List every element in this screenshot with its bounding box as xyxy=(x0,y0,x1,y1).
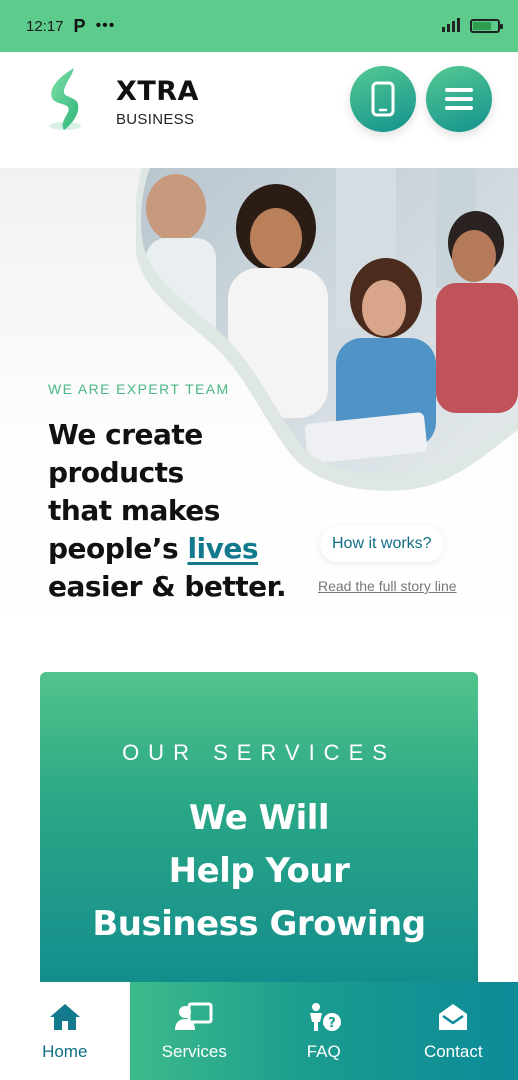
read-story-link[interactable]: Read the full story line xyxy=(318,578,457,594)
services-title-line: Help Your xyxy=(168,851,350,891)
menu-button[interactable] xyxy=(426,66,492,132)
services-title-line: We Will xyxy=(188,798,330,838)
app-header: XTRA BUSINESS xyxy=(0,52,518,168)
hero-headline: We create products that makes people’s l… xyxy=(48,416,308,606)
nav-services[interactable]: Services xyxy=(130,982,260,1080)
nav-label: Home xyxy=(42,1042,88,1061)
status-bar: 12:17 P ••• xyxy=(0,0,518,52)
headline-text: people’s xyxy=(48,532,188,565)
hero-eyebrow: WE ARE EXPERT TEAM xyxy=(48,381,230,397)
hero-section: WE ARE EXPERT TEAM We create products th… xyxy=(0,168,518,648)
brand-subtitle: BUSINESS xyxy=(116,111,195,128)
headline-line: We create xyxy=(48,418,203,451)
phone-icon xyxy=(371,81,395,117)
brand: XTRA BUSINESS xyxy=(116,76,199,128)
phone-button[interactable] xyxy=(350,66,416,132)
nav-label: Contact xyxy=(423,1042,483,1061)
headline-line: easier & better. xyxy=(48,570,287,603)
headline-line: that makes xyxy=(48,494,220,527)
services-title: We Will Help Your Business Growing xyxy=(40,792,478,951)
more-notifications-icon: ••• xyxy=(95,17,116,34)
contact-icon xyxy=(436,1000,470,1034)
home-icon xyxy=(48,1000,82,1034)
headline-highlight-link[interactable]: lives xyxy=(187,532,258,565)
headline-line: products xyxy=(48,456,184,489)
nav-contact[interactable]: Contact xyxy=(389,982,518,1080)
headline-line: people’s lives xyxy=(48,530,308,568)
nav-faq[interactable]: ? FAQ xyxy=(259,982,389,1080)
services-card: OUR SERVICES We Will Help Your Business … xyxy=(40,672,478,1002)
bolt-logo-icon xyxy=(38,66,92,136)
nav-label: FAQ xyxy=(306,1042,341,1061)
services-icon xyxy=(175,1000,213,1034)
signal-icon xyxy=(440,17,462,36)
brand-name: XTRA xyxy=(116,76,199,107)
how-it-works-button[interactable]: How it works? xyxy=(320,526,444,562)
faq-icon: ? xyxy=(306,1000,342,1034)
bottom-nav: Home Services ? FAQ Contact xyxy=(0,982,518,1080)
battery-icon xyxy=(470,19,503,33)
notification-app-icon: P xyxy=(73,15,86,36)
nav-label: Services xyxy=(161,1042,227,1061)
hamburger-menu-icon xyxy=(445,88,473,110)
nav-home[interactable]: Home xyxy=(0,982,130,1080)
services-label: OUR SERVICES xyxy=(122,740,396,765)
services-title-line: Business Growing xyxy=(92,904,426,944)
svg-text:?: ? xyxy=(328,1016,336,1031)
status-time: 12:17 xyxy=(26,17,64,35)
